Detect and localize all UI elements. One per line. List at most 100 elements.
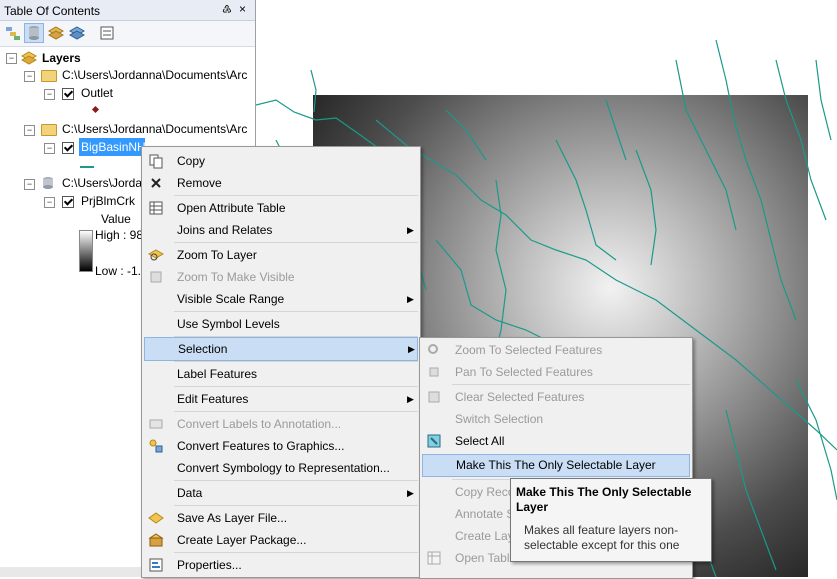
list-by-drawing-order-icon[interactable] xyxy=(4,24,22,42)
menu-item-remove[interactable]: Remove xyxy=(144,172,418,194)
menu-item-label: Pan To Selected Features xyxy=(455,365,593,379)
menu-item-label: Annotate S xyxy=(455,507,515,521)
menu-item-label: Joins and Relates xyxy=(177,223,273,237)
list-by-visibility-icon[interactable] xyxy=(47,24,65,42)
table-icon xyxy=(427,551,441,565)
menu-item-selection[interactable]: Selection ▶ xyxy=(144,337,418,361)
tooltip: Make This The Only Selectable Layer Make… xyxy=(510,478,712,562)
menu-item-label: Open Tabl xyxy=(455,551,510,565)
submenu-arrow-icon: ▶ xyxy=(408,344,415,354)
collapse-layer-toggle[interactable]: − xyxy=(44,143,55,154)
folder-icon xyxy=(41,70,57,82)
menu-item-copy[interactable]: Copy xyxy=(144,150,418,172)
list-by-selection-icon[interactable] xyxy=(68,24,86,42)
submenu-item-make-only-selectable[interactable]: Make This The Only Selectable Layer xyxy=(422,454,690,477)
submenu-item-zoom-to-selected[interactable]: Zoom To Selected Features xyxy=(422,339,690,361)
menu-item-label: Zoom To Selected Features xyxy=(455,343,603,357)
layer-package-icon xyxy=(148,533,164,547)
submenu-item-switch-selection[interactable]: Switch Selection xyxy=(422,408,690,430)
menu-item-convert-labels[interactable]: Convert Labels to Annotation... xyxy=(144,413,418,435)
folder-icon xyxy=(41,124,57,136)
menu-item-label: Create Layer Package... xyxy=(177,533,307,547)
menu-item-save-as-layer-file[interactable]: Save As Layer File... xyxy=(144,507,418,529)
menu-item-label: Copy Reco xyxy=(455,485,515,499)
data-frame-path[interactable]: C:\Users\Jordanna\Documents\Arc xyxy=(62,120,247,138)
collapse-group-2-toggle[interactable]: − xyxy=(24,125,35,136)
menu-item-label: Clear Selected Features xyxy=(455,390,585,404)
menu-separator xyxy=(174,195,418,196)
menu-item-label: Convert Symbology to Representation... xyxy=(177,461,390,475)
menu-item-label: Remove xyxy=(177,176,222,190)
menu-item-label: Visible Scale Range xyxy=(177,292,285,306)
convert-labels-icon xyxy=(149,419,163,429)
menu-separator xyxy=(174,311,418,312)
properties-icon xyxy=(149,558,163,572)
menu-item-joins-and-relates[interactable]: Joins and Relates ▶ xyxy=(144,219,418,241)
menu-item-edit-features[interactable]: Edit Features ▶ xyxy=(144,388,418,410)
submenu-item-pan-to-selected[interactable]: Pan To Selected Features xyxy=(422,361,690,383)
layer-name[interactable]: PrjBlmCrk xyxy=(81,192,135,210)
menu-separator xyxy=(174,242,418,243)
menu-item-zoom-to-layer[interactable]: Zoom To Layer xyxy=(144,244,418,266)
layer-visibility-checkbox[interactable] xyxy=(62,196,74,208)
options-icon[interactable] xyxy=(98,24,116,42)
pin-icon[interactable]: ♵ xyxy=(222,3,232,16)
point-symbol-icon xyxy=(91,105,100,114)
legend-high: High : 98 xyxy=(95,228,144,242)
line-symbol-icon xyxy=(80,166,94,168)
menu-separator xyxy=(174,361,418,362)
pan-selected-icon xyxy=(429,367,439,377)
toc-title: Table Of Contents xyxy=(4,4,101,18)
menu-item-data[interactable]: Data ▶ xyxy=(144,482,418,504)
menu-item-label: Make This The Only Selectable Layer xyxy=(456,458,656,472)
menu-item-label: Edit Features xyxy=(177,392,249,406)
menu-item-properties[interactable]: Properties... xyxy=(144,554,418,576)
selected-layer-name[interactable]: BigBasinNHDFlowline xyxy=(79,138,145,156)
menu-item-label: Use Symbol Levels xyxy=(177,317,280,331)
menu-item-label: Zoom To Layer xyxy=(177,248,257,262)
submenu-item-clear-selected[interactable]: Clear Selected Features xyxy=(422,386,690,408)
menu-item-label: Save As Layer File... xyxy=(177,511,288,525)
submenu-arrow-icon: ▶ xyxy=(407,294,414,304)
tooltip-body: Makes all feature layers non-selectable … xyxy=(524,523,680,552)
submenu-item-select-all[interactable]: Select All xyxy=(422,430,690,452)
menu-item-label: Convert Labels to Annotation... xyxy=(177,417,342,431)
menu-item-label: Copy xyxy=(177,154,206,168)
copy-icon xyxy=(149,154,163,169)
menu-item-zoom-to-make-visible[interactable]: Zoom To Make Visible xyxy=(144,266,418,288)
legend-low: Low : -1. xyxy=(95,264,142,278)
close-icon[interactable]: × xyxy=(239,2,246,16)
layer-visibility-checkbox[interactable] xyxy=(62,142,74,154)
menu-item-convert-features[interactable]: Convert Features to Graphics... xyxy=(144,435,418,457)
list-by-source-icon[interactable] xyxy=(24,23,44,43)
menu-item-label: Properties... xyxy=(177,558,242,572)
menu-item-create-layer-package[interactable]: Create Layer Package... xyxy=(144,529,418,551)
menu-item-label-features[interactable]: Label Features xyxy=(144,363,418,385)
collapse-group-3-toggle[interactable]: − xyxy=(24,179,35,190)
layer-visibility-checkbox[interactable] xyxy=(62,88,74,100)
menu-separator xyxy=(174,386,418,387)
collapse-group-1-toggle[interactable]: − xyxy=(24,71,35,82)
submenu-arrow-icon: ▶ xyxy=(407,394,414,404)
menu-separator xyxy=(452,384,690,385)
menu-item-open-attribute-table[interactable]: Open Attribute Table xyxy=(144,197,418,219)
data-frame-path[interactable]: C:\Users\Jordanna\Documents\Arc xyxy=(62,66,247,84)
submenu-arrow-icon: ▶ xyxy=(407,225,414,235)
menu-separator xyxy=(174,552,418,553)
raster-ramp-swatch xyxy=(79,230,93,272)
layers-root-label[interactable]: Layers xyxy=(42,49,81,67)
layer-name[interactable]: Outlet xyxy=(81,84,113,102)
collapse-layers-toggle[interactable]: − xyxy=(6,53,17,64)
zoom-to-layer-icon xyxy=(148,249,164,261)
tooltip-title: Make This The Only Selectable Layer xyxy=(516,485,692,514)
zoom-visible-icon xyxy=(150,271,162,283)
menu-item-convert-symbology[interactable]: Convert Symbology to Representation... xyxy=(144,457,418,479)
collapse-layer-toggle[interactable]: − xyxy=(44,197,55,208)
menu-item-visible-scale-range[interactable]: Visible Scale Range ▶ xyxy=(144,288,418,310)
zoom-selected-icon xyxy=(428,344,438,354)
menu-item-label: Create Lay xyxy=(455,529,514,543)
menu-item-use-symbol-levels[interactable]: Use Symbol Levels xyxy=(144,313,418,335)
collapse-layer-toggle[interactable]: − xyxy=(44,89,55,100)
table-icon xyxy=(149,201,163,215)
submenu-arrow-icon: ▶ xyxy=(407,488,414,498)
